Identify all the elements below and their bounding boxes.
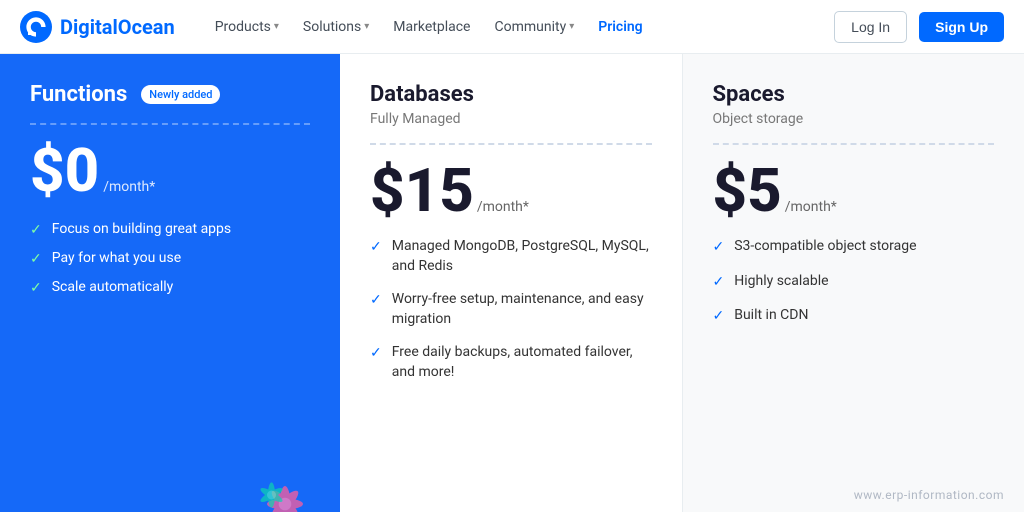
feature-item: ✓ Highly scalable (713, 272, 995, 293)
feature-item: ✓ Scale automatically (30, 279, 310, 296)
watermark: www.erp-information.com (854, 488, 1004, 502)
feature-item: ✓ Managed MongoDB, PostgreSQL, MySQL, an… (370, 237, 652, 276)
nav-item-pricing[interactable]: Pricing (588, 13, 652, 41)
functions-badge: Newly added (141, 85, 220, 104)
signup-button[interactable]: Sign Up (919, 12, 1004, 42)
check-icon: ✓ (370, 344, 382, 364)
check-icon: ✓ (370, 238, 382, 258)
nav-item-community[interactable]: Community ▾ (484, 13, 584, 41)
feature-item: ✓ Pay for what you use (30, 250, 310, 267)
functions-header: Functions Newly added (30, 82, 310, 107)
feature-item: ✓ Focus on building great apps (30, 221, 310, 238)
databases-title: Databases (370, 82, 652, 107)
databases-price-suffix: /month* (477, 199, 529, 215)
check-icon: ✓ (713, 307, 725, 327)
logo-icon (20, 11, 52, 43)
logo[interactable]: DigitalOcean (20, 11, 175, 43)
coral-decoration (240, 432, 330, 512)
databases-price-symbol: $ (370, 161, 405, 221)
databases-subtitle: Fully Managed (370, 111, 652, 127)
nav-right: Log In Sign Up (834, 11, 1004, 43)
check-icon: ✓ (370, 291, 382, 311)
check-icon: ✓ (30, 251, 42, 267)
nav-item-products[interactable]: Products ▾ (205, 13, 289, 41)
databases-price-number: 15 (405, 161, 474, 221)
nav-links: Products ▾ Solutions ▾ Marketplace Commu… (205, 13, 834, 41)
functions-card: Functions Newly added $0 /month* ✓ Focus… (0, 54, 340, 512)
functions-features: ✓ Focus on building great apps ✓ Pay for… (30, 221, 310, 296)
feature-item: ✓ Free daily backups, automated failover… (370, 343, 652, 382)
functions-price-suffix: /month* (103, 179, 155, 195)
spaces-price: $ 5 /month* (713, 161, 995, 221)
spaces-features: ✓ S3-compatible object storage ✓ Highly … (713, 237, 995, 327)
check-icon: ✓ (713, 273, 725, 293)
cards-section: Functions Newly added $0 /month* ✓ Focus… (0, 54, 1024, 512)
functions-price-amount: $0 (30, 141, 99, 201)
divider (30, 123, 310, 125)
spaces-price-number: 5 (747, 161, 782, 221)
navbar: DigitalOcean Products ▾ Solutions ▾ Mark… (0, 0, 1024, 54)
functions-title: Functions (30, 82, 127, 107)
logo-text: DigitalOcean (60, 15, 175, 39)
divider (370, 143, 652, 145)
spaces-title: Spaces (713, 82, 995, 107)
chevron-down-icon: ▾ (364, 21, 369, 32)
chevron-down-icon: ▾ (274, 21, 279, 32)
divider (713, 143, 995, 145)
feature-item: ✓ Built in CDN (713, 306, 995, 327)
spaces-price-symbol: $ (713, 161, 748, 221)
spaces-subtitle: Object storage (713, 111, 995, 127)
check-icon: ✓ (30, 280, 42, 296)
feature-item: ✓ S3-compatible object storage (713, 237, 995, 258)
chevron-down-icon: ▾ (569, 21, 574, 32)
feature-item: ✓ Worry-free setup, maintenance, and eas… (370, 290, 652, 329)
check-icon: ✓ (30, 222, 42, 238)
check-icon: ✓ (713, 238, 725, 258)
spaces-card: Spaces Object storage $ 5 /month* ✓ S3-c… (683, 54, 1024, 512)
spaces-price-suffix: /month* (785, 199, 837, 215)
databases-card: Databases Fully Managed $ 15 /month* ✓ M… (340, 54, 683, 512)
databases-features: ✓ Managed MongoDB, PostgreSQL, MySQL, an… (370, 237, 652, 383)
login-button[interactable]: Log In (834, 11, 907, 43)
functions-price: $0 /month* (30, 141, 310, 201)
databases-price: $ 15 /month* (370, 161, 652, 221)
nav-item-solutions[interactable]: Solutions ▾ (293, 13, 379, 41)
nav-item-marketplace[interactable]: Marketplace (383, 13, 480, 41)
